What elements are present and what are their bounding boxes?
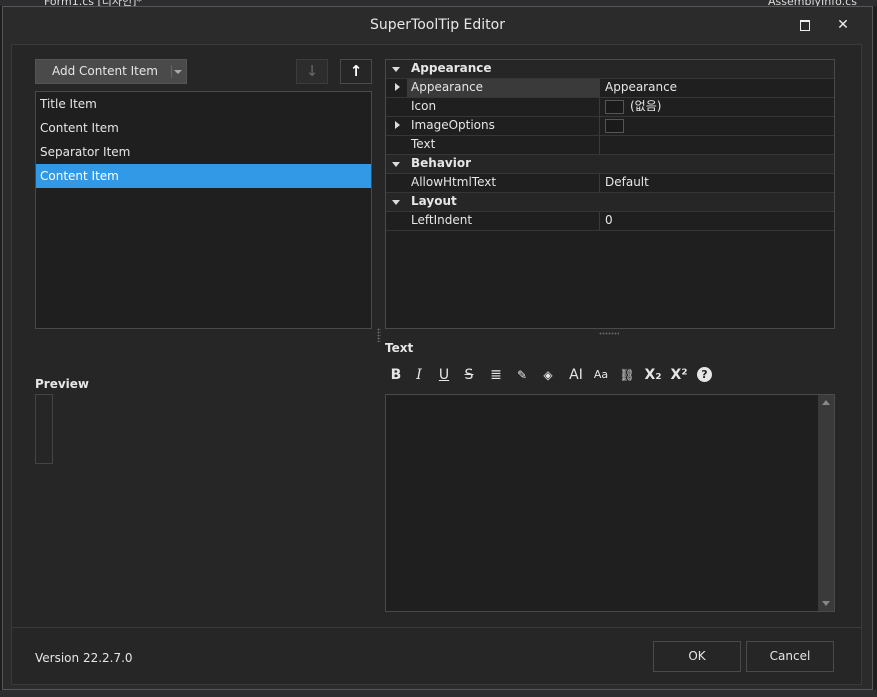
category-behavior[interactable]: Behavior: [386, 155, 834, 174]
split-divider: [171, 65, 172, 78]
strikethrough-icon[interactable]: S: [458, 364, 480, 386]
version-label: Version 22.2.7.0: [35, 651, 133, 665]
property-value-allowhtmltext[interactable]: Default: [601, 174, 834, 192]
icon-swatch: [605, 99, 624, 114]
property-text[interactable]: Text: [386, 136, 834, 155]
property-value-text[interactable]: [601, 136, 834, 154]
list-item-content-item-selected[interactable]: Content Item: [36, 164, 371, 188]
dialog-title: SuperToolTip Editor: [370, 17, 505, 33]
collapse-icon[interactable]: [392, 162, 400, 167]
list-item-title-item[interactable]: Title Item: [36, 92, 371, 116]
editor-scrollbar[interactable]: [818, 395, 834, 611]
add-content-item-label: Add Content Item: [52, 64, 158, 78]
subscript-icon[interactable]: X₂: [642, 364, 664, 386]
ok-button[interactable]: OK: [653, 641, 741, 672]
dropdown-caret-icon[interactable]: [174, 70, 182, 74]
collapse-icon[interactable]: [392, 200, 400, 205]
property-icon[interactable]: Icon (없음): [386, 98, 834, 117]
category-appearance[interactable]: Appearance: [386, 60, 834, 79]
maximize-button[interactable]: [792, 13, 818, 37]
splitter-grip-vertical[interactable]: [377, 328, 381, 342]
font-case-icon[interactable]: Aa: [590, 364, 612, 386]
property-appearance[interactable]: Appearance Appearance: [386, 79, 834, 98]
list-item-separator-item[interactable]: Separator Item: [36, 140, 371, 164]
property-name-text: Text: [407, 136, 600, 154]
help-icon[interactable]: ?: [697, 367, 712, 382]
property-name-appearance: Appearance: [407, 79, 600, 97]
property-leftindent[interactable]: LeftIndent 0: [386, 212, 834, 231]
property-imageoptions[interactable]: ImageOptions: [386, 117, 834, 136]
property-name-icon: Icon: [407, 98, 600, 116]
property-name-leftindent: LeftIndent: [407, 212, 600, 230]
property-value-leftindent[interactable]: 0: [601, 212, 834, 230]
arrow-up-icon: ↑: [349, 62, 363, 80]
expand-icon[interactable]: [395, 83, 400, 91]
font-size-icon[interactable]: AI: [565, 364, 587, 386]
property-grid[interactable]: Appearance Appearance Appearance Icon (없…: [385, 59, 835, 329]
property-allowhtmltext[interactable]: AllowHtmlText Default: [386, 174, 834, 193]
property-name-allowhtmltext: AllowHtmlText: [407, 174, 600, 192]
arrow-down-icon: ↓: [305, 62, 319, 80]
maximize-icon: [800, 19, 810, 31]
list-item-content-item[interactable]: Content Item: [36, 116, 371, 140]
ide-bottom-strip: [0, 690, 877, 697]
preview-panel: [35, 394, 53, 464]
background-color-icon[interactable]: ✎: [511, 364, 533, 386]
cancel-button[interactable]: Cancel: [746, 641, 834, 672]
title-bar: SuperToolTip Editor ✕: [3, 7, 872, 43]
paragraph-icon[interactable]: ≣: [485, 364, 507, 386]
italic-icon[interactable]: I: [408, 364, 430, 386]
move-up-button[interactable]: ↑: [340, 59, 372, 84]
content-items-list[interactable]: Title Item Content Item Separator Item C…: [35, 91, 372, 329]
add-content-item-button[interactable]: Add Content Item: [35, 59, 187, 84]
superscript-icon[interactable]: X²: [668, 364, 690, 386]
dialog-client-area: Add Content Item ↓ ↑ Title Item Content …: [11, 44, 862, 685]
expand-icon[interactable]: [395, 121, 400, 129]
footer-divider: [12, 627, 861, 628]
property-value-imageoptions[interactable]: [601, 117, 834, 135]
property-value-icon[interactable]: (없음): [601, 98, 834, 116]
scroll-down-icon[interactable]: [822, 601, 830, 606]
text-editor-label: Text: [385, 341, 414, 355]
image-swatch: [605, 118, 624, 133]
text-editor-area[interactable]: [385, 394, 835, 612]
preview-label: Preview: [35, 377, 90, 391]
splitter-grip-horizontal[interactable]: [599, 332, 619, 335]
bold-icon[interactable]: B: [385, 364, 407, 386]
move-down-button[interactable]: ↓: [296, 59, 328, 84]
close-icon: ✕: [837, 17, 849, 33]
close-button[interactable]: ✕: [830, 13, 856, 37]
collapse-icon[interactable]: [392, 67, 400, 72]
underline-icon[interactable]: U: [433, 364, 455, 386]
font-color-icon[interactable]: ◈: [537, 364, 559, 386]
category-layout[interactable]: Layout: [386, 193, 834, 212]
scroll-up-icon[interactable]: [822, 400, 830, 405]
property-name-imageoptions: ImageOptions: [407, 117, 600, 135]
property-value-appearance[interactable]: Appearance: [601, 79, 834, 97]
supertooltip-editor-dialog: SuperToolTip Editor ✕ Add Content Item ↓…: [2, 6, 873, 690]
hyperlink-icon[interactable]: ⛓: [616, 364, 638, 386]
